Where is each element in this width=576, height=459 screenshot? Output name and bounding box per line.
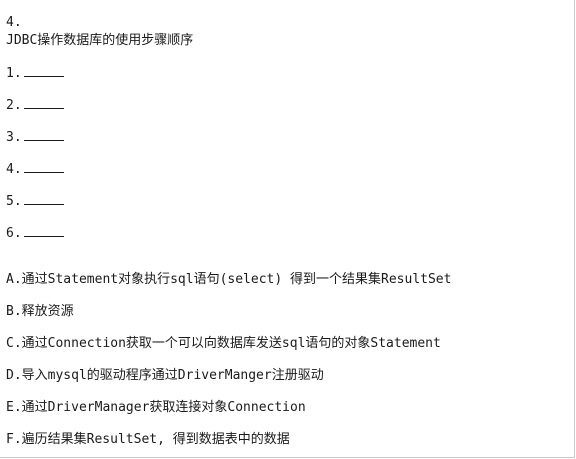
step-5: 5. (6, 192, 64, 210)
step-3: 3. (6, 128, 64, 146)
step-2: 2. (6, 96, 64, 114)
step-label: 6. (6, 226, 22, 241)
step-1: 1. (6, 64, 64, 82)
option-e: E.通过DriverManager获取连接对象Connection (6, 400, 306, 415)
step-blank (23, 128, 64, 141)
option-f: F.遍历结果集ResultSet, 得到数据表中的数据 (6, 432, 290, 447)
step-blank (23, 160, 64, 173)
step-blank (23, 96, 64, 109)
option-c: C.通过Connection获取一个可以向数据库发送sql语句的对象Statem… (6, 336, 441, 351)
step-label: 3. (6, 130, 22, 145)
step-6: 6. (6, 224, 64, 242)
question-title: JDBC操作数据库的使用步骤顺序 (6, 33, 194, 48)
question-number: 4. (6, 15, 22, 30)
option-b: B.释放资源 (6, 304, 74, 319)
step-4: 4. (6, 160, 64, 178)
step-blank (23, 64, 64, 77)
step-blank (23, 192, 64, 205)
step-label: 4. (6, 162, 22, 177)
option-a: A.通过Statement对象执行sql语句(select) 得到一个结果集Re… (6, 272, 452, 287)
step-label: 5. (6, 194, 22, 209)
step-label: 2. (6, 98, 22, 113)
option-d: D.导入mysql的驱动程序通过DriverManger注册驱动 (6, 368, 324, 383)
step-blank (23, 224, 64, 237)
step-label: 1. (6, 66, 22, 81)
document-frame: 4. JDBC操作数据库的使用步骤顺序 1. 2. 3. 4. 5. 6. A.… (0, 0, 575, 458)
